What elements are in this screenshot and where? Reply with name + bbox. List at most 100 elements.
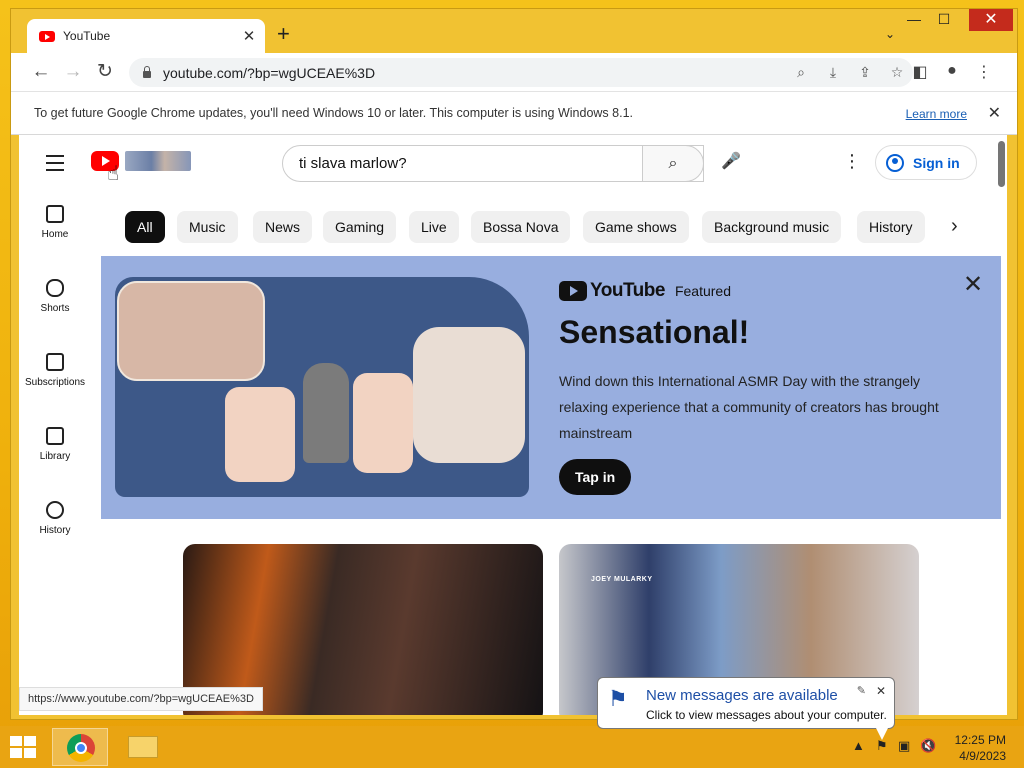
status-bubble: https://www.youtube.com/?bp=wgUCEAE%3D	[19, 687, 263, 711]
guide-item-home[interactable]: Home	[19, 205, 91, 240]
tap-in-button[interactable]: Tap in	[559, 459, 632, 495]
banner-close-icon[interactable]: ✕	[963, 270, 983, 299]
share-icon[interactable]: ⇪	[849, 64, 881, 81]
chip-music[interactable]: Music	[177, 211, 238, 243]
settings-more-icon[interactable]: ⋮	[843, 151, 861, 172]
youtube-doodle-image[interactable]	[125, 151, 191, 171]
infobar-close-icon[interactable]: ✕	[988, 103, 1001, 123]
chip-gaming[interactable]: Gaming	[323, 211, 397, 243]
search-input[interactable]: ti slava marlow?	[299, 155, 663, 172]
search-box[interactable]: ti slava marlow? ✕	[282, 145, 704, 182]
chip-history[interactable]: History	[857, 211, 925, 243]
sign-in-button[interactable]: Sign in	[875, 145, 977, 180]
notification-balloon[interactable]: ⚑ New messages are available Click to vi…	[597, 677, 895, 740]
chip-news[interactable]: News	[253, 211, 313, 243]
home-icon	[46, 205, 64, 223]
pin-icon[interactable]: ✎	[857, 684, 866, 697]
youtube-page: ☝ ti slava marlow? ✕ ⌕ 🎤 ⋮ Sign in Home …	[19, 135, 1007, 715]
page-scrollbar[interactable]	[998, 141, 1005, 187]
chip-live[interactable]: Live	[409, 211, 459, 243]
chrome-icon	[67, 734, 95, 762]
taskbar-chrome-button[interactable]	[52, 728, 108, 766]
tray-overflow-icon[interactable]: ▲	[852, 738, 865, 753]
guide-item-history[interactable]: History	[19, 501, 91, 536]
maximize-button[interactable]: ☐	[929, 11, 959, 28]
menu-hamburger-icon[interactable]	[46, 155, 64, 176]
banner-title: Sensational!	[559, 314, 750, 350]
art-ear-right	[413, 327, 525, 463]
featured-label: Featured	[674, 283, 731, 299]
tab-search-chevron-icon[interactable]: ⌄	[885, 27, 895, 41]
notification-close-icon[interactable]: ✕	[876, 684, 886, 698]
account-icon	[886, 153, 904, 172]
banner-brand: YouTube Featured	[559, 280, 731, 302]
subscriptions-icon	[46, 353, 64, 371]
art-hand-left	[225, 387, 295, 482]
youtube-favicon-icon	[39, 30, 55, 42]
guide-item-library[interactable]: Library	[19, 427, 91, 462]
notification-text: Click to view messages about your comput…	[646, 708, 887, 722]
notification-title: New messages are available	[646, 687, 838, 704]
chip-bossa-nova[interactable]: Bossa Nova	[471, 211, 571, 243]
guide-label: Subscriptions	[24, 377, 86, 388]
featured-banner[interactable]: YouTube Featured Sensational! Wind down …	[101, 256, 1001, 519]
minimize-button[interactable]: —	[899, 11, 929, 27]
sign-in-label: Sign in	[913, 154, 960, 171]
brand-wordmark: YouTube	[590, 280, 665, 301]
thumbnail-overlay-text: JOEY MULARKY	[591, 576, 653, 583]
profile-avatar-icon[interactable]: ●	[941, 62, 963, 80]
chrome-window: YouTube ✕ + ⌄ — ☐ ✕ ← → ↻ youtube.com/?b…	[10, 8, 1018, 720]
youtube-brand-icon	[559, 281, 587, 301]
reload-icon[interactable]: ↻	[93, 61, 117, 83]
lock-icon	[143, 66, 151, 78]
update-infobar: To get future Google Chrome updates, you…	[11, 91, 1017, 135]
infobar-text: To get future Google Chrome updates, you…	[34, 106, 633, 120]
chip-all[interactable]: All	[125, 211, 165, 243]
browser-toolbar: ← → ↻ youtube.com/?bp=wgUCEAE%3D ⌕ ⤓ ⇪ ☆…	[11, 53, 1017, 91]
folder-icon	[128, 736, 158, 758]
zoom-search-icon[interactable]: ⌕	[785, 64, 817, 81]
taskbar-file-explorer-button[interactable]	[116, 728, 172, 766]
guide-label: Shorts	[40, 303, 70, 314]
windows-taskbar: ▲ ⚑ ▣ 🔇 12:25 PM 4/9/2023	[0, 726, 1024, 768]
side-panel-icon[interactable]: ◧	[909, 62, 931, 82]
chip-game-shows[interactable]: Game shows	[583, 211, 689, 243]
action-center-flag-icon[interactable]: ⚑	[876, 738, 888, 754]
guide-item-subscriptions[interactable]: Subscriptions	[19, 353, 91, 388]
url-text[interactable]: youtube.com/?bp=wgUCEAE%3D	[163, 65, 785, 81]
chip-background-music[interactable]: Background music	[702, 211, 842, 243]
tab-title: YouTube	[63, 29, 111, 43]
search-button[interactable]: ⌕	[642, 145, 704, 182]
balloon-tail	[876, 728, 888, 740]
taskbar-clock[interactable]: 12:25 PM 4/9/2023	[955, 732, 1006, 764]
close-window-button[interactable]: ✕	[969, 9, 1013, 31]
guide-label: History	[39, 525, 71, 536]
clock-date: 4/9/2023	[959, 749, 1006, 763]
asmr-artwork-image	[115, 277, 529, 497]
art-ear-left	[117, 281, 265, 381]
chips-next-chevron-icon[interactable]: ›	[951, 215, 958, 238]
start-button[interactable]	[10, 736, 38, 758]
volume-muted-icon[interactable]: 🔇	[920, 738, 936, 754]
library-icon	[46, 427, 64, 445]
tab-close-icon[interactable]: ✕	[239, 27, 259, 45]
address-bar[interactable]: youtube.com/?bp=wgUCEAE%3D ⌕ ⤓ ⇪ ☆	[129, 58, 913, 87]
back-arrow-icon[interactable]: ←	[29, 61, 53, 83]
history-icon	[46, 501, 64, 519]
forward-arrow-icon[interactable]: →	[61, 61, 85, 83]
warning-flag-icon: ⚑	[608, 686, 628, 711]
title-bar: YouTube ✕ + ⌄ — ☐ ✕	[11, 9, 1017, 53]
guide-item-shorts[interactable]: Shorts	[19, 279, 91, 314]
art-hand-right	[353, 373, 413, 473]
new-tab-button[interactable]: +	[277, 23, 290, 45]
browser-tab[interactable]: YouTube ✕	[27, 19, 265, 53]
chrome-menu-icon[interactable]: ⋮	[973, 62, 995, 82]
mouse-pointer-icon: ☝	[107, 163, 120, 185]
voice-search-mic-icon[interactable]: 🎤	[719, 151, 743, 171]
art-microphone	[303, 363, 349, 463]
clock-time: 12:25 PM	[954, 733, 1006, 747]
install-icon[interactable]: ⤓	[817, 64, 849, 81]
learn-more-link[interactable]: Learn more	[906, 107, 967, 121]
shorts-icon	[46, 279, 64, 297]
network-icon[interactable]: ▣	[898, 738, 910, 754]
